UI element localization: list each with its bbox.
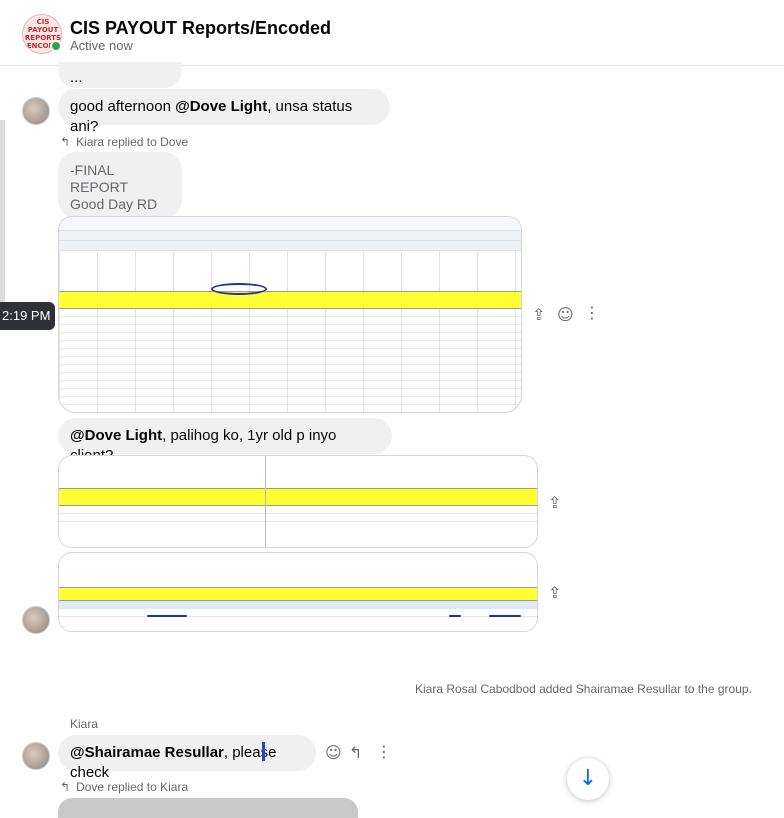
sheet-header-row: [59, 291, 521, 309]
message-bubble[interactable]: good afternoon @Dove Light, unsa status …: [58, 89, 390, 135]
sheet-divider: [265, 456, 266, 547]
quoted-line-1: -FINAL REPORT: [70, 162, 129, 195]
scroll-to-bottom-button[interactable]: ↓: [567, 758, 609, 800]
sheet-row: [59, 333, 521, 341]
reply-label-text: Kiara replied to Dove: [76, 135, 189, 149]
spreadsheet-image[interactable]: [58, 455, 538, 548]
more-icon[interactable]: ⋮: [376, 742, 392, 761]
smile-icon[interactable]: ☺: [557, 305, 574, 324]
share-icon[interactable]: ⇪: [548, 583, 561, 602]
quoted-message[interactable]: -FINAL REPORT Good Day RD Flo, ...: [58, 152, 182, 246]
sheet-menu: [59, 231, 521, 241]
system-message: Kiara Rosal Cabodbod added Shairamae Res…: [415, 682, 752, 696]
online-indicator: [50, 40, 62, 52]
mention-dove[interactable]: @Dove Light: [70, 427, 162, 444]
sheet-meta-area: [59, 456, 537, 488]
share-icon[interactable]: ⇪: [548, 493, 561, 512]
sheet-row: [59, 309, 521, 317]
ink-underline: [147, 615, 187, 617]
sheet-row: [59, 514, 537, 522]
share-icon[interactable]: ⇪: [532, 305, 545, 324]
sheet-row: [59, 357, 521, 365]
reply-icon: ↰: [60, 780, 71, 794]
message-bubble-fragment[interactable]: ...: [58, 62, 182, 88]
chat-header: CIS PAYOUT REPORTS ENCODE CIS PAYOUT Rep…: [0, 0, 784, 66]
more-icon[interactable]: ⋮: [584, 303, 600, 322]
active-status: Active now: [70, 38, 133, 53]
message-bubble[interactable]: @Shairamae Resullar, please check: [58, 735, 316, 781]
sheet-row: [59, 365, 521, 373]
highlight-circle: [211, 283, 267, 295]
spreadsheet-image[interactable]: [58, 216, 522, 413]
sheet-row: [59, 317, 521, 325]
sheet-header-row: [59, 587, 537, 601]
sheet-row: [59, 397, 521, 405]
avatar[interactable]: [22, 97, 50, 125]
sheet-row: [59, 341, 521, 349]
sheet-row: [59, 389, 521, 397]
reply-icon: ↰: [60, 135, 71, 149]
reply-icon[interactable]: ↰: [349, 743, 362, 762]
avatar[interactable]: [22, 606, 50, 634]
sheet-row: [59, 349, 521, 357]
message-bubble[interactable]: @Dove Light, palihog ko, 1yr old p inyo …: [58, 418, 392, 464]
reply-label-text: Dove replied to Kiara: [76, 780, 189, 794]
quoted-image-preview[interactable]: [58, 798, 358, 818]
sheet-meta-area: [59, 251, 521, 291]
ink-underline: [489, 615, 521, 617]
arrow-down-icon: ↓: [578, 766, 598, 791]
reply-label: ↰ Dove replied to Kiara: [60, 780, 188, 794]
left-scroll-strip: [0, 120, 5, 330]
reply-label: ↰ Kiara replied to Dove: [60, 135, 188, 149]
sheet-row: [59, 381, 521, 389]
message-text: ...: [70, 69, 83, 86]
sheet-row: [59, 506, 537, 514]
mention-shairamae[interactable]: @Shairamae Resullar: [70, 744, 224, 761]
ink-underline: [449, 615, 461, 617]
sheet-toolbar: [59, 217, 521, 231]
smile-icon[interactable]: ☺: [325, 743, 342, 762]
sheet-header-row: [59, 488, 537, 506]
sheet-row: [59, 609, 537, 617]
sheet-formatbar: [59, 241, 521, 251]
sender-name: Kiara: [70, 717, 99, 731]
mention-dove[interactable]: @Dove Light: [175, 98, 267, 115]
chat-title[interactable]: CIS PAYOUT Reports/Encoded: [70, 18, 331, 39]
sheet-row: [59, 325, 521, 333]
message-prefix: good afternoon: [70, 98, 176, 115]
avatar[interactable]: [22, 742, 50, 770]
spreadsheet-image[interactable]: [58, 552, 538, 632]
time-tooltip: 2:19 PM: [0, 302, 55, 330]
sheet-meta-area: [59, 553, 537, 587]
text-cursor: [262, 742, 265, 761]
sheet-selected-row: [59, 601, 537, 609]
sheet-row: [59, 373, 521, 381]
